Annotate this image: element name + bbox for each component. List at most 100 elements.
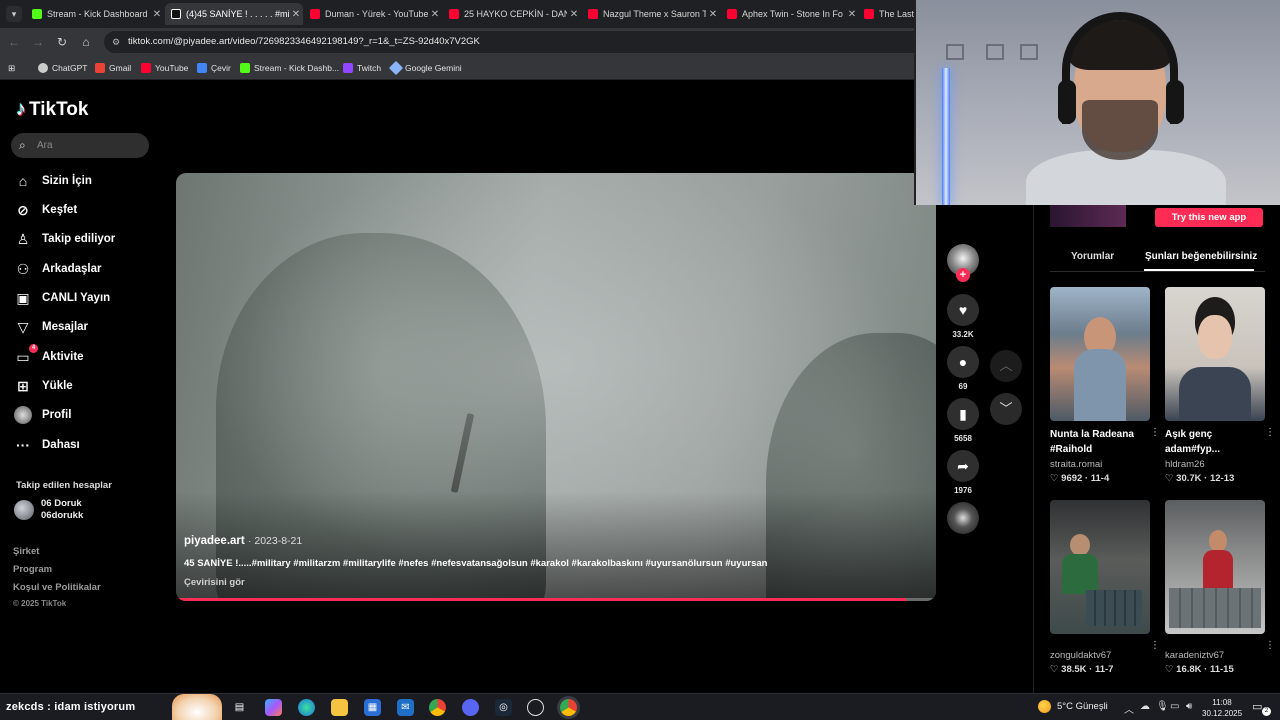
- system-clock[interactable]: 11:08 30.12.2025: [1202, 697, 1242, 719]
- close-tab-icon[interactable]: ✕: [150, 9, 164, 20]
- see-translation-link[interactable]: Çevirisini gör: [184, 577, 245, 588]
- card-author[interactable]: straita.romai: [1050, 459, 1152, 470]
- like-action[interactable]: ♥ 33.2K: [947, 294, 979, 339]
- more-options-icon[interactable]: ⋮: [1265, 427, 1275, 438]
- apps-grid-icon[interactable]: ⊞: [8, 61, 15, 75]
- close-tab-icon[interactable]: ✕: [289, 9, 303, 20]
- tiktok-logo[interactable]: ♪ TikTok: [16, 98, 88, 121]
- nav-for-you[interactable]: ⌂ Sizin İçin: [14, 170, 92, 192]
- bookmark-twitch[interactable]: Twitch: [343, 61, 381, 75]
- bookmark-gmail[interactable]: Gmail: [95, 61, 131, 75]
- discord-icon[interactable]: [462, 699, 479, 716]
- chrome-active-icon[interactable]: [560, 699, 577, 716]
- video-thumbnail[interactable]: [1165, 287, 1265, 421]
- nav-messages[interactable]: ▽ Mesajlar: [14, 316, 88, 338]
- browser-tab[interactable]: The Last S: [858, 3, 914, 25]
- onedrive-icon[interactable]: ☁: [1140, 701, 1150, 712]
- video-thumbnail[interactable]: [1165, 500, 1265, 634]
- mail-icon[interactable]: ✉: [397, 699, 414, 716]
- copilot-icon[interactable]: [265, 699, 282, 716]
- suggested-video-card[interactable]: ⋮ zonguldaktv67 ♡ 38.5K · 11-7: [1050, 500, 1160, 675]
- site-info-icon[interactable]: ⚙: [112, 37, 120, 47]
- nav-more[interactable]: ··· Dahası: [14, 434, 80, 456]
- network-icon[interactable]: ▭: [1170, 701, 1179, 712]
- more-options-icon[interactable]: ⋮: [1265, 640, 1275, 651]
- forward-arrow-icon[interactable]: →: [30, 34, 46, 50]
- nav-friends[interactable]: ⚇ Arkadaşlar: [14, 258, 102, 280]
- home-icon[interactable]: ⌂: [78, 34, 94, 50]
- share-action[interactable]: ➦ 1976: [947, 450, 979, 495]
- bookmark-chatgpt[interactable]: ChatGPT: [38, 61, 87, 75]
- store-icon[interactable]: ▦: [364, 699, 381, 716]
- nav-following[interactable]: ♙ Takip ediliyor: [14, 228, 116, 250]
- card-author[interactable]: karadeniztv67: [1165, 650, 1267, 661]
- following-account-item[interactable]: 06 Doruk 06dorukk: [14, 498, 83, 522]
- more-options-icon[interactable]: ⋮: [1150, 427, 1160, 438]
- save-action[interactable]: ▮ 5658: [947, 398, 979, 443]
- close-tab-icon[interactable]: ✕: [845, 9, 859, 20]
- music-disc-icon[interactable]: [947, 502, 979, 534]
- nav-upload[interactable]: ⊞ Yükle: [14, 375, 73, 397]
- nav-activity[interactable]: ▭ 4 Aktivite: [14, 344, 84, 368]
- next-video-chevron-down-icon[interactable]: ﹀: [990, 393, 1022, 425]
- bookmark-kick[interactable]: Stream - Kick Dashb...: [240, 61, 339, 75]
- back-arrow-icon[interactable]: ←: [6, 34, 22, 50]
- volume-icon[interactable]: 🔊︎: [1186, 701, 1192, 712]
- video-author[interactable]: piyadee.art: [184, 535, 245, 547]
- tab-you-may-like[interactable]: Şunları beğenebilirsiniz: [1145, 251, 1257, 262]
- footer-program-link[interactable]: Program: [13, 564, 52, 575]
- browser-tab[interactable]: Aphex Twin - Stone In Fo ✕: [721, 3, 859, 25]
- edge-icon[interactable]: [298, 699, 315, 716]
- tab-list-dropdown-icon[interactable]: ▾: [6, 6, 22, 22]
- comment-icon[interactable]: ●: [947, 346, 979, 378]
- video-progress-bar[interactable]: [176, 598, 936, 601]
- browser-tab-active[interactable]: (4)45 SANİYE ! . . . . . #mili ✕: [165, 3, 303, 25]
- share-icon[interactable]: ➦: [947, 450, 979, 482]
- video-thumbnail[interactable]: [1050, 287, 1150, 421]
- obs-icon[interactable]: [527, 699, 544, 716]
- close-tab-icon[interactable]: ✕: [706, 9, 720, 20]
- more-options-icon[interactable]: ⋮: [1150, 640, 1160, 651]
- nav-live[interactable]: ▣ CANLI Yayın: [14, 287, 110, 309]
- search-input[interactable]: ⌕ Ara: [11, 133, 149, 158]
- tab-comments[interactable]: Yorumlar: [1071, 251, 1114, 262]
- card-author[interactable]: hldram26: [1165, 459, 1267, 470]
- video-player[interactable]: piyadee.art · 2023-8-21 45 SANİYE !.....…: [176, 173, 936, 601]
- follow-plus-icon[interactable]: +: [956, 268, 970, 282]
- address-bar[interactable]: ⚙ tiktok.com/@piyadee.art/video/72698233…: [104, 31, 1004, 53]
- browser-tab[interactable]: Duman - Yürek - YouTube ✕: [304, 3, 442, 25]
- previous-video-chevron-up-icon[interactable]: ︿: [990, 350, 1022, 382]
- chrome-icon[interactable]: [429, 699, 446, 716]
- suggested-video-card[interactable]: ⋮ karadeniztv67 ♡ 16.8K · 11-15: [1165, 500, 1275, 675]
- weather-widget[interactable]: 5°C Güneşli: [1038, 700, 1108, 713]
- video-thumbnail[interactable]: [1050, 500, 1150, 634]
- browser-tab[interactable]: 25 HAYKO CEPKİN - DAN ✕: [443, 3, 581, 25]
- close-tab-icon[interactable]: ✕: [428, 9, 442, 20]
- nav-explore[interactable]: ⊘ Keşfet: [14, 199, 77, 221]
- video-author-line[interactable]: piyadee.art · 2023-8-21: [184, 535, 302, 547]
- nav-profile[interactable]: Profil: [14, 404, 71, 426]
- bookmark-gemini[interactable]: Google Gemini: [388, 60, 462, 76]
- task-view-icon[interactable]: ▤: [231, 699, 248, 716]
- news-widget-image[interactable]: [172, 694, 222, 720]
- steam-icon[interactable]: ◎: [495, 699, 512, 716]
- try-new-app-button[interactable]: Try this new app: [1155, 208, 1263, 227]
- bookmark-youtube[interactable]: YouTube: [141, 61, 188, 75]
- card-author[interactable]: zonguldaktv67: [1050, 650, 1152, 661]
- footer-company-link[interactable]: Şirket: [13, 546, 39, 557]
- browser-tab[interactable]: Stream - Kick Dashboard ✕: [26, 3, 164, 25]
- microphone-icon[interactable]: 🎙︎: [1156, 701, 1169, 712]
- bookmark-icon[interactable]: ▮: [947, 398, 979, 430]
- heart-icon[interactable]: ♥: [947, 294, 979, 326]
- close-tab-icon[interactable]: ✕: [567, 9, 581, 20]
- footer-terms-link[interactable]: Koşul ve Politikalar: [13, 582, 101, 593]
- notification-icon[interactable]: ▭: [1252, 700, 1262, 713]
- reload-icon[interactable]: ↻: [54, 34, 70, 50]
- suggested-video-card[interactable]: ⋮ Nunta la Radeana #Raihold straita.roma…: [1050, 287, 1160, 484]
- bookmark-translate[interactable]: Çevir: [197, 61, 231, 75]
- suggested-video-card[interactable]: ⋮ Aşık genç adam#fyp... hldram26 ♡ 30.7K…: [1165, 287, 1275, 484]
- comment-action[interactable]: ● 69: [947, 346, 979, 391]
- browser-tab[interactable]: Nazgul Theme x Sauron T ✕: [582, 3, 720, 25]
- tray-chevron-up-icon[interactable]: ︿: [1124, 701, 1134, 716]
- file-explorer-icon[interactable]: [331, 699, 348, 716]
